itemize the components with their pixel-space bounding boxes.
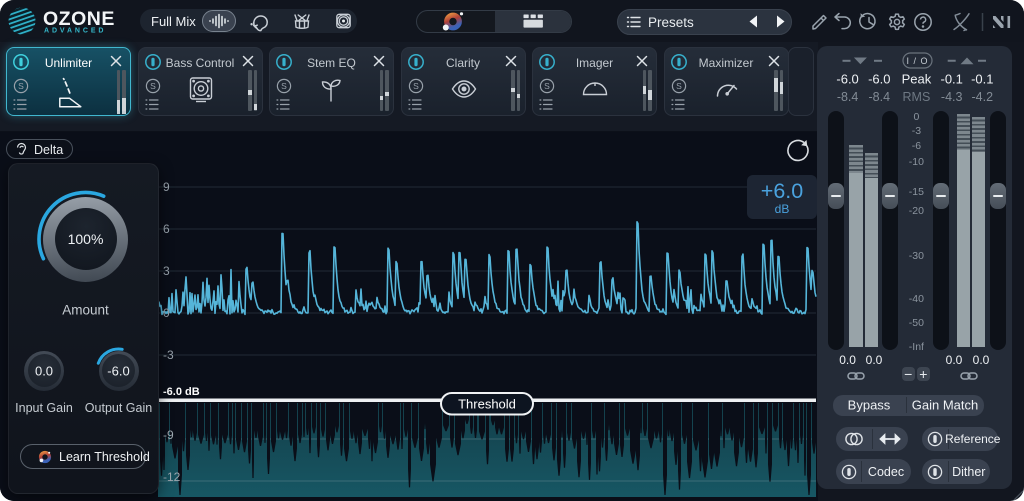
svg-text:-6.0 dB: -6.0 dB — [163, 386, 200, 398]
svg-text:-12: -12 — [163, 470, 181, 484]
svg-text:6: 6 — [163, 222, 170, 236]
svg-text:dB: dB — [775, 202, 790, 216]
svg-text:S: S — [150, 81, 156, 91]
svg-text:-3: -3 — [163, 348, 174, 362]
svg-text:ADVANCED: ADVANCED — [44, 28, 106, 35]
svg-text:S: S — [281, 81, 287, 91]
svg-text:-9: -9 — [163, 428, 174, 442]
svg-text:+6.0: +6.0 — [761, 179, 803, 203]
svg-text:S: S — [413, 81, 419, 91]
svg-text:S: S — [544, 81, 550, 91]
svg-text:0: 0 — [163, 306, 170, 320]
svg-text:I / O: I / O — [906, 56, 928, 66]
svg-text:9: 9 — [163, 180, 170, 194]
svg-text:Threshold: Threshold — [458, 397, 516, 412]
svg-text:S: S — [18, 81, 24, 91]
svg-text:3: 3 — [163, 264, 170, 278]
svg-text:S: S — [676, 81, 682, 91]
